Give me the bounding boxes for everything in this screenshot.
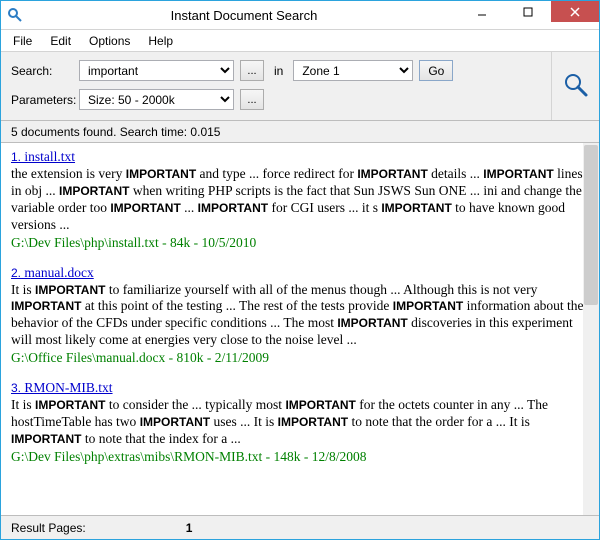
- status-bar: 5 documents found. Search time: 0.015: [1, 121, 599, 143]
- app-icon: [7, 7, 23, 23]
- scrollbar-thumb[interactable]: [584, 145, 598, 305]
- search-input[interactable]: important: [79, 60, 234, 81]
- menubar: File Edit Options Help: [1, 30, 599, 52]
- app-window: Instant Document Search File Edit Option…: [0, 0, 600, 540]
- toolbar: Search: important ... in Zone 1 Go Param…: [1, 52, 599, 121]
- page-number: 1: [186, 521, 193, 535]
- results-pane: 1. install.txtthe extension is very IMPO…: [1, 143, 599, 515]
- menu-edit[interactable]: Edit: [42, 31, 79, 51]
- parameters-label: Parameters:: [11, 93, 73, 107]
- result-item: 3. RMON-MIB.txtIt is IMPORTANT to consid…: [11, 380, 589, 465]
- menu-options[interactable]: Options: [81, 31, 138, 51]
- parameters-browse-button[interactable]: ...: [240, 89, 264, 110]
- search-browse-button[interactable]: ...: [240, 60, 264, 81]
- result-title[interactable]: 2. manual.docx: [11, 265, 589, 281]
- result-title[interactable]: 1. install.txt: [11, 149, 589, 165]
- result-title[interactable]: 3. RMON-MIB.txt: [11, 380, 589, 396]
- maximize-button[interactable]: [505, 1, 551, 22]
- menu-help[interactable]: Help: [140, 31, 181, 51]
- zone-select[interactable]: Zone 1: [293, 60, 413, 81]
- window-title: Instant Document Search: [29, 8, 459, 23]
- result-snippet: It is IMPORTANT to familiarize yourself …: [11, 282, 589, 350]
- in-label: in: [270, 64, 287, 78]
- menu-file[interactable]: File: [5, 31, 40, 51]
- titlebar: Instant Document Search: [1, 1, 599, 30]
- footer: Result Pages: 1: [1, 515, 599, 539]
- window-controls: [459, 1, 599, 29]
- result-path: G:\Dev Files\php\extras\mibs\RMON-MIB.tx…: [11, 449, 589, 465]
- result-path: G:\Dev Files\php\install.txt - 84k - 10/…: [11, 235, 589, 251]
- magnifier-icon[interactable]: [563, 72, 589, 101]
- result-snippet: the extension is very IMPORTANT and type…: [11, 166, 589, 234]
- go-button[interactable]: Go: [419, 60, 453, 81]
- pages-label: Result Pages:: [11, 521, 86, 535]
- result-item: 1. install.txtthe extension is very IMPO…: [11, 149, 589, 251]
- close-button[interactable]: [551, 1, 599, 22]
- search-icon-panel: [551, 52, 599, 120]
- parameters-select[interactable]: Size: 50 - 2000k: [79, 89, 234, 110]
- result-snippet: It is IMPORTANT to consider the ... typi…: [11, 397, 589, 448]
- minimize-button[interactable]: [459, 1, 505, 22]
- search-label: Search:: [11, 64, 73, 78]
- result-path: G:\Office Files\manual.docx - 810k - 2/1…: [11, 350, 589, 366]
- status-text: 5 documents found. Search time: 0.015: [11, 125, 220, 139]
- scrollbar[interactable]: [583, 143, 599, 515]
- result-item: 2. manual.docxIt is IMPORTANT to familia…: [11, 265, 589, 367]
